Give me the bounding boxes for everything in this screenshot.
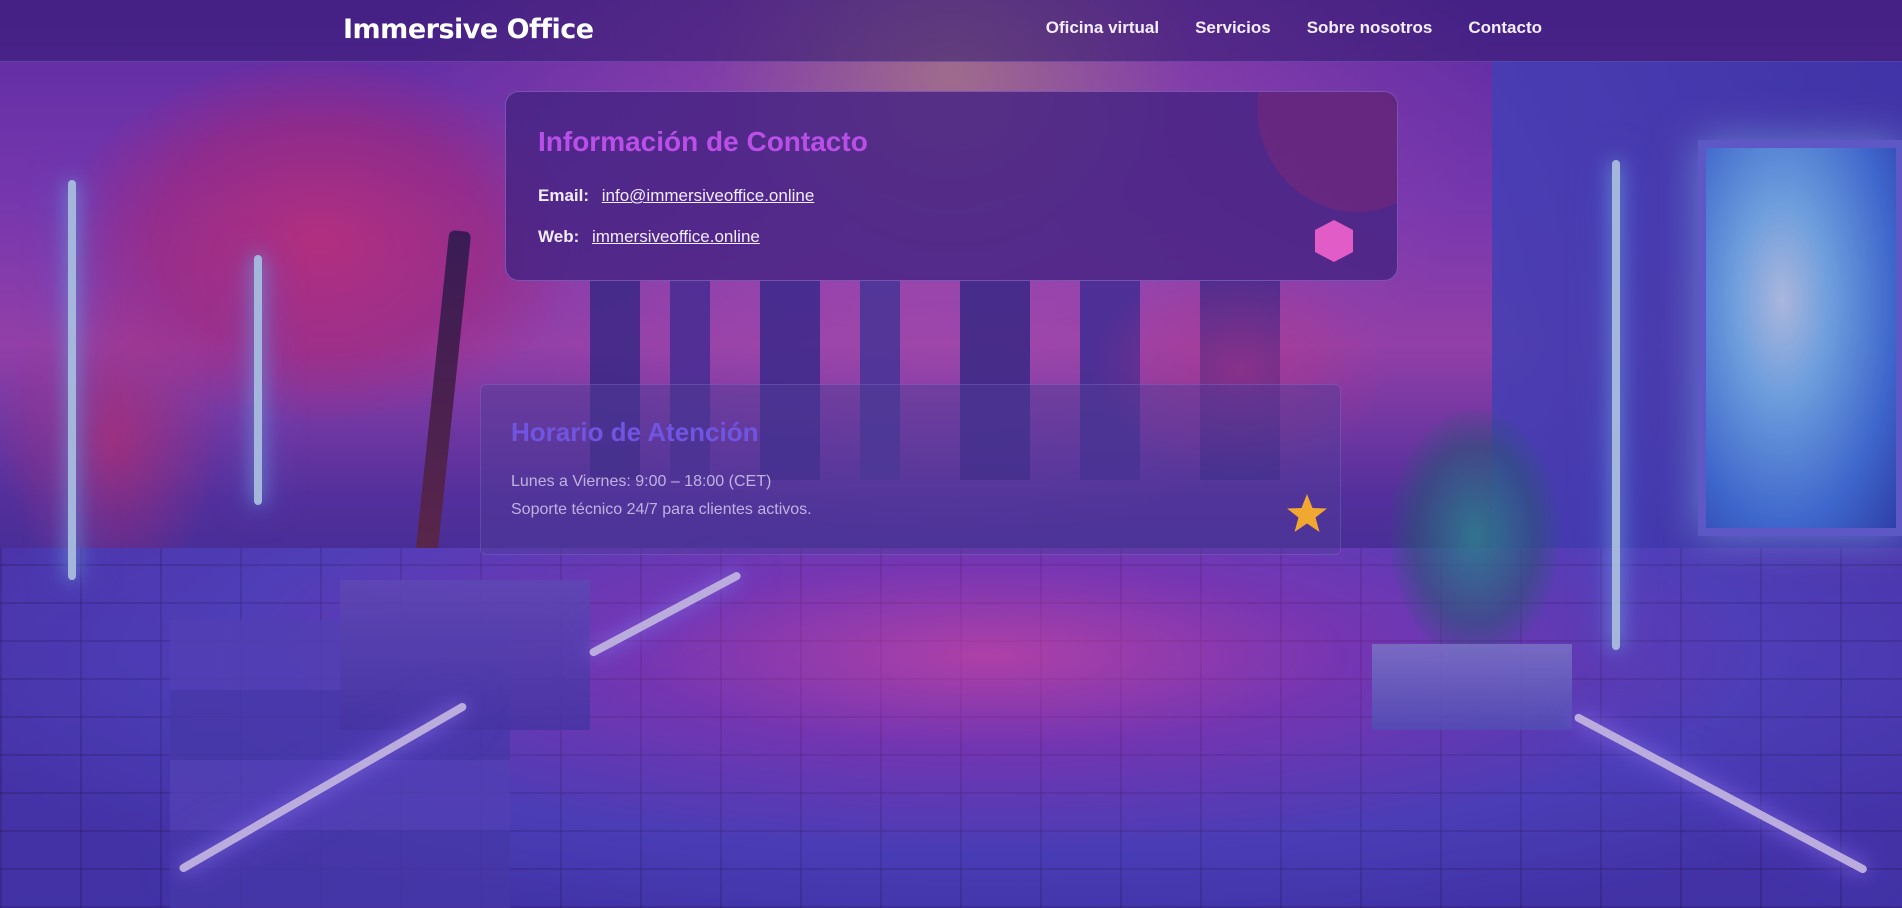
brand-logo[interactable]: Immersive Office (343, 14, 594, 45)
hours-card: Horario de Atención Lunes a Viernes: 9:0… (480, 384, 1341, 555)
star-icon (1287, 494, 1327, 532)
nav-link-servicios[interactable]: Servicios (1195, 18, 1271, 38)
site-header: Immersive Office Oficina virtual Servici… (0, 0, 1902, 62)
hours-title: Horario de Atención (511, 417, 759, 447)
contact-email-row: Email: info@immersiveoffice.online (538, 186, 814, 206)
nav-link-contacto[interactable]: Contacto (1468, 18, 1542, 38)
nav-link-oficina-virtual[interactable]: Oficina virtual (1046, 18, 1159, 38)
page: Immersive Office Oficina virtual Servici… (0, 0, 1902, 908)
contact-info-card: Información de Contacto Email: info@imme… (505, 91, 1398, 281)
main-nav: Oficina virtual Servicios Sobre nosotros… (1046, 18, 1542, 38)
web-link[interactable]: immersiveoffice.online (592, 227, 760, 246)
email-link[interactable]: info@immersiveoffice.online (602, 186, 815, 205)
hours-weekday-text: Lunes a Viernes: 9:00 – 18:00 (CET) (511, 473, 772, 490)
web-label: Web: (538, 227, 580, 246)
nav-link-sobre-nosotros[interactable]: Sobre nosotros (1307, 18, 1433, 38)
hours-support-text: Soporte técnico 24/7 para clientes activ… (511, 501, 812, 518)
card-corner-decoration (1257, 92, 1397, 212)
contact-info-title: Información de Contacto (538, 126, 868, 157)
hexagon-icon (1315, 220, 1353, 262)
email-label: Email: (538, 186, 590, 205)
contact-web-row: Web: immersiveoffice.online (538, 227, 760, 247)
